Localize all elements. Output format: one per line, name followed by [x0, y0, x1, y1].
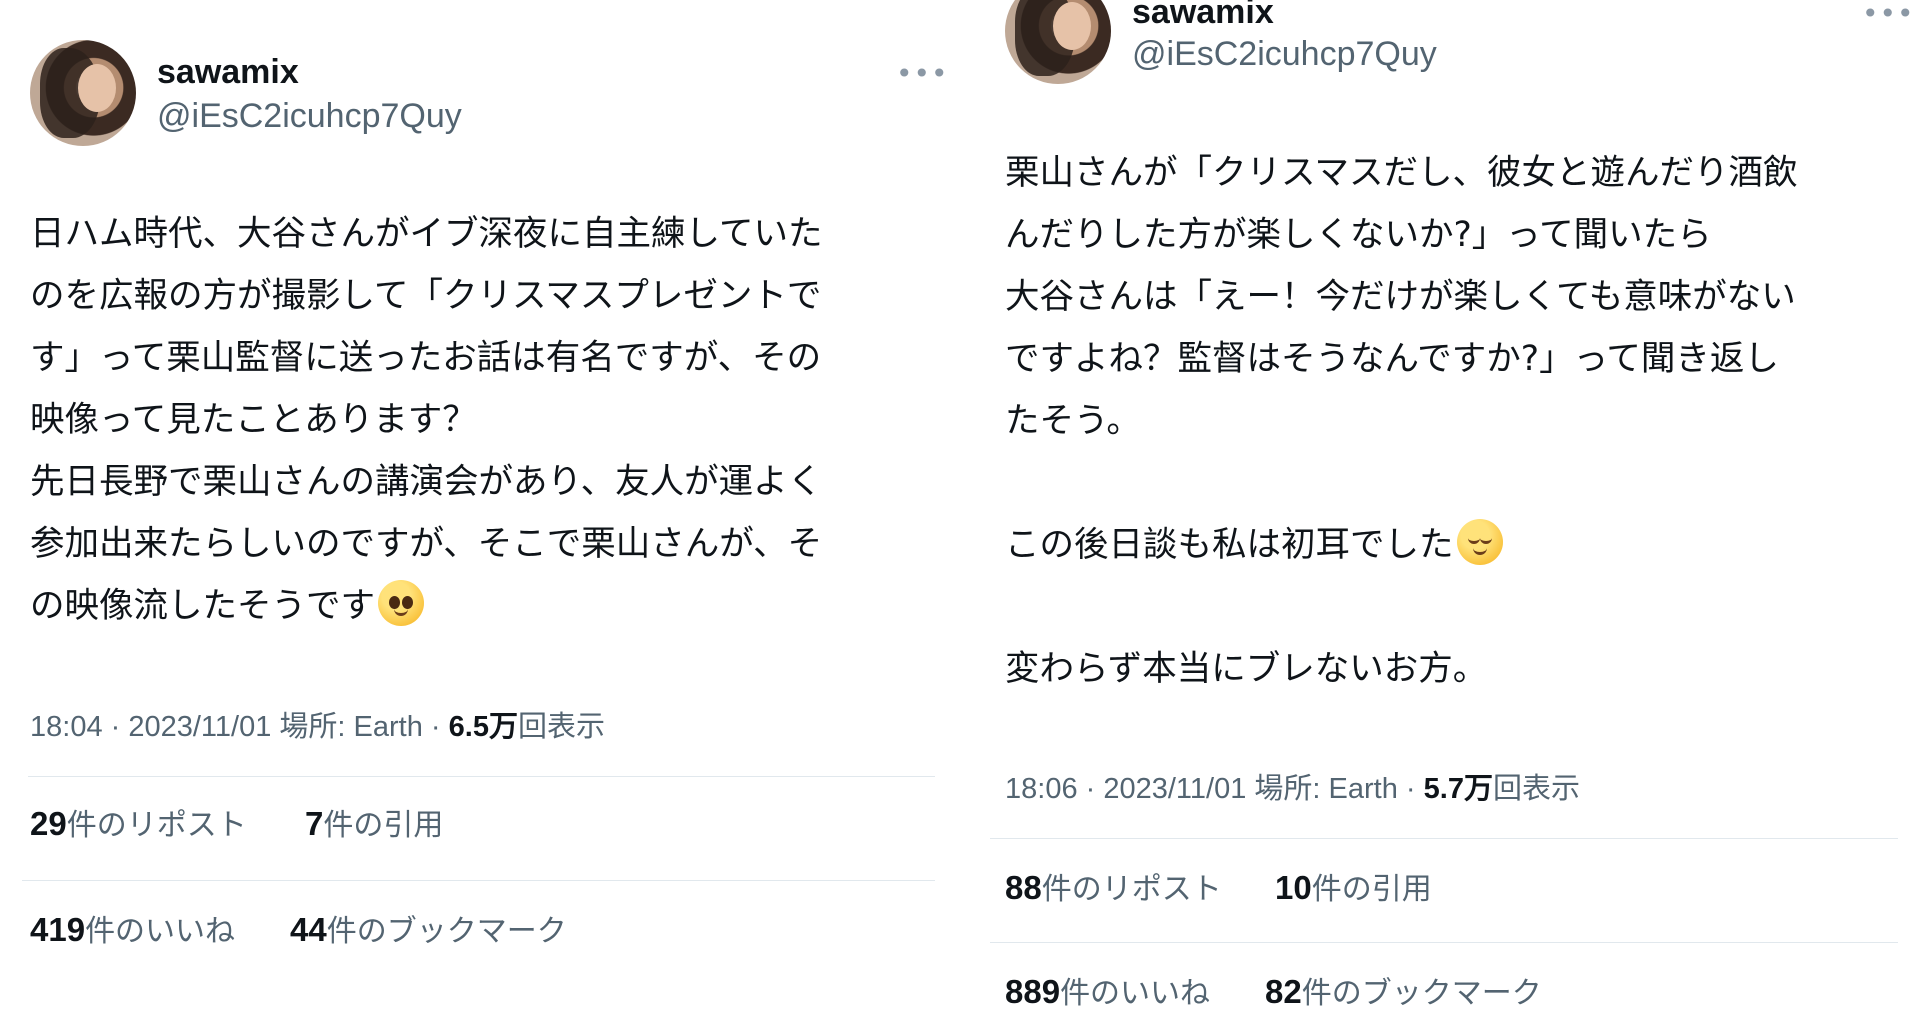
text-line: この後日談も私は初耳でした — [1005, 525, 1454, 565]
quotes-label: 件の引用 — [1311, 872, 1432, 907]
user-name[interactable]: sawamix — [157, 54, 299, 90]
text-line: 映像って見たことあります？ — [30, 400, 477, 440]
user-handle[interactable]: @iEsC2icuhcp7Quy — [157, 98, 462, 134]
avatar-face — [1053, 2, 1091, 50]
likes-label: 件のいいね — [85, 914, 236, 949]
text-line-emoji: この後日談も私は初耳でした — [1005, 514, 1797, 576]
views-count: 6.5万 — [448, 711, 518, 743]
reposts-label: 件のリポスト — [1041, 872, 1222, 907]
timestamp[interactable]: 18:06 · 2023/11/01 — [1005, 773, 1246, 805]
quotes-label: 件の引用 — [323, 808, 444, 843]
reposts-count: 88 — [1005, 869, 1042, 906]
text-line: の映像流したそうです — [30, 586, 375, 626]
text-line: んだりした方が楽しくないか?」って聞いたら — [1005, 215, 1712, 255]
text-line: 変わらず本当にブレないお方。 — [1005, 649, 1488, 689]
text-line: す」って栗山監督に送ったお話は有名ですが、その — [30, 338, 822, 378]
reposts-label: 件のリポスト — [66, 808, 247, 843]
tweet-text: 日ハム時代、大谷さんがイブ深夜に自主練していた のを広報の方が撮影して「クリスマ… — [30, 203, 822, 637]
divider — [28, 776, 935, 777]
quotes-count: 7 — [305, 805, 324, 842]
bookmarks-count: 44 — [290, 911, 327, 948]
text-line: ですよね？監督はそうなんですか?」って聞き返し — [1005, 339, 1779, 379]
meta-separator: · — [430, 711, 441, 743]
reposts-stat[interactable]: 29件のリポスト — [30, 800, 247, 844]
quotes-stat[interactable]: 10件の引用 — [1275, 864, 1432, 908]
views-label: 回表示 — [517, 711, 605, 743]
text-line: 先日長野で栗山さんの講演会があり、友人が運よく — [30, 462, 823, 502]
text-line: 参加出来たらしいのですが、そこで栗山さんが、そ — [30, 524, 823, 564]
bookmarks-stat[interactable]: 82件のブックマーク — [1265, 968, 1542, 1012]
text-line: 日ハム時代、大谷さんがイブ深夜に自主練していた — [30, 214, 823, 254]
divider — [990, 942, 1898, 943]
tweet-meta: 18:06 · 2023/11/01 場所: Earth · 5.7万回表示 — [1005, 765, 1580, 807]
views-label: 回表示 — [1492, 773, 1580, 805]
reposts-stat[interactable]: 88件のリポスト — [1005, 864, 1222, 908]
quotes-stat[interactable]: 7件の引用 — [305, 800, 443, 844]
avatar[interactable] — [30, 40, 136, 146]
more-options-icon[interactable]: ••• — [896, 60, 949, 88]
likes-count: 889 — [1005, 973, 1061, 1010]
bookmarks-label: 件のブックマーク — [326, 914, 567, 949]
divider — [990, 838, 1898, 839]
text-line-last: の映像流したそうです — [30, 575, 822, 637]
likes-stat[interactable]: 889件のいいね — [1005, 968, 1210, 1012]
text-line: たそう。 — [1005, 401, 1141, 441]
likes-count: 419 — [30, 911, 86, 948]
likes-label: 件のいいね — [1060, 976, 1211, 1011]
timestamp[interactable]: 18:04 · 2023/11/01 — [30, 711, 271, 743]
tweet-right: sawamix @iEsC2icuhcp7Quy ••• 栗山さんが「クリスマス… — [960, 0, 1918, 1024]
tweet-text: 栗山さんが「クリスマスだし、彼女と遊んだり酒飲 んだりした方が楽しくないか?」っ… — [1005, 142, 1797, 700]
reposts-count: 29 — [30, 805, 67, 842]
divider — [22, 880, 935, 881]
location: 場所: Earth — [279, 711, 423, 743]
user-handle[interactable]: @iEsC2icuhcp7Quy — [1132, 36, 1437, 72]
text-line: のを広報の方が撮影して「クリスマスプレゼントで — [30, 276, 822, 316]
bookmarks-stat[interactable]: 44件のブックマーク — [290, 906, 567, 950]
meta-separator: · — [1405, 773, 1416, 805]
views-count: 5.7万 — [1423, 773, 1493, 805]
text-line: 栗山さんが「クリスマスだし、彼女と遊んだり酒飲 — [1005, 153, 1798, 193]
avatar[interactable] — [1005, 0, 1111, 84]
quotes-count: 10 — [1275, 869, 1312, 906]
bookmarks-label: 件のブックマーク — [1301, 976, 1542, 1011]
pleading-face-icon — [378, 580, 424, 626]
likes-stat[interactable]: 419件のいいね — [30, 906, 235, 950]
user-name[interactable]: sawamix — [1132, 0, 1274, 30]
tweet-meta: 18:04 · 2023/11/01 場所: Earth · 6.5万回表示 — [30, 703, 605, 745]
text-line: 大谷さんは「えー！今だけが楽しくても意味がない — [1005, 277, 1796, 317]
relieved-face-icon — [1456, 519, 1503, 565]
tweet-left: sawamix @iEsC2icuhcp7Quy ••• 日ハム時代、大谷さんが… — [0, 0, 960, 1024]
location: 場所: Earth — [1254, 773, 1398, 805]
more-options-icon[interactable]: ••• — [1862, 0, 1915, 28]
avatar-face — [78, 64, 116, 112]
bookmarks-count: 82 — [1265, 973, 1302, 1010]
